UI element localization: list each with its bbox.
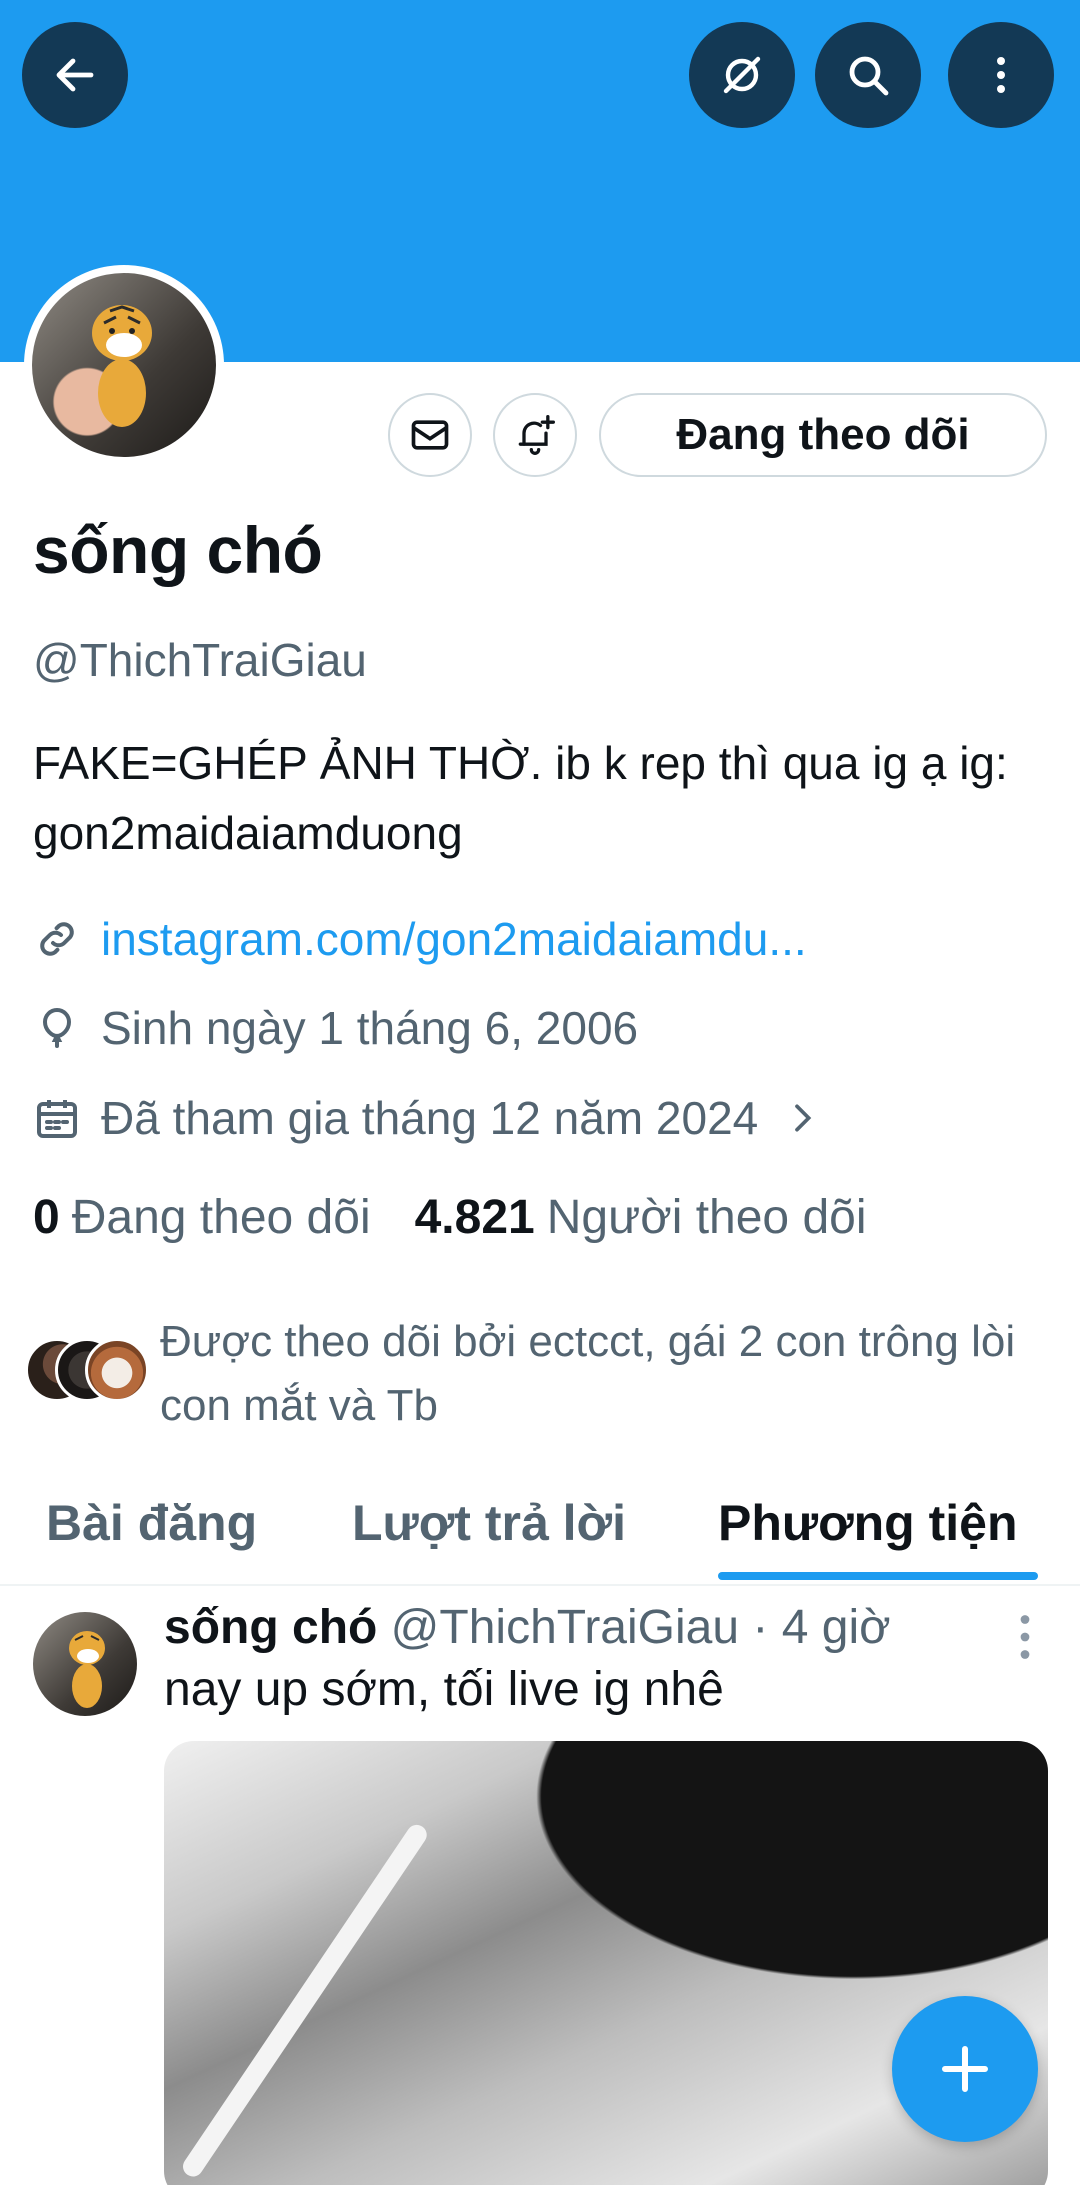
- active-tab-indicator: [718, 1572, 1038, 1580]
- profile-bio: FAKE=GHÉP ẢNH THỜ. ib k rep thì qua ig ạ…: [33, 737, 1008, 859]
- more-options-button[interactable]: [948, 22, 1054, 128]
- profile-avatar[interactable]: [24, 265, 224, 465]
- avatar-toy-image: [69, 1631, 105, 1708]
- post-author-avatar[interactable]: [33, 1612, 137, 1716]
- search-icon: [849, 56, 889, 96]
- joined-row[interactable]: Đã tham gia tháng 12 năm 2024: [33, 1086, 822, 1150]
- followed-by-text[interactable]: Được theo dõi bởi ectcct, gái 2 con trôn…: [160, 1310, 1040, 1438]
- post-header: sống chó @ThichTraiGiau · 4 giờ: [164, 1600, 891, 1655]
- notifications-button[interactable]: [493, 393, 577, 477]
- birthday-row: Sinh ngày 1 tháng 6, 2006: [33, 996, 638, 1060]
- tab-media[interactable]: Phương tiện: [718, 1494, 1018, 1552]
- back-button[interactable]: [22, 22, 128, 128]
- search-button[interactable]: [815, 22, 921, 128]
- avatar: [85, 1338, 149, 1402]
- plus-icon: [942, 2046, 988, 2092]
- post-text: nay up sớm, tối live ig nhê: [164, 1663, 724, 1716]
- tab-posts[interactable]: Bài đăng: [46, 1494, 257, 1552]
- avatar-toy-image: [92, 305, 152, 427]
- chevron-right-icon: [795, 1104, 812, 1132]
- post-author-name[interactable]: sống chó: [164, 1601, 377, 1654]
- profile-link-row[interactable]: instagram.com/gon2maidaiamdu...: [33, 907, 807, 971]
- profile-handle: @ThichTraiGiau: [33, 634, 367, 686]
- following-link[interactable]: 0 Đang theo dõi: [33, 1190, 371, 1245]
- profile-name: sống chó: [33, 513, 323, 587]
- calendar-icon: [37, 1100, 77, 1138]
- following-button[interactable]: Đang theo dõi: [599, 393, 1047, 477]
- followers-count: 4.821: [414, 1191, 535, 1244]
- followers-link[interactable]: 4.821 Người theo dõi: [415, 1190, 867, 1245]
- following-count: 0: [33, 1191, 60, 1244]
- envelope-icon: [411, 420, 449, 450]
- arrow-left-icon: [56, 58, 94, 92]
- compose-button[interactable]: [892, 1996, 1038, 2142]
- more-vertical-icon: [997, 57, 1005, 93]
- tab-replies[interactable]: Lượt trả lời: [352, 1494, 626, 1552]
- more-vertical-icon: [1020, 1615, 1030, 1659]
- birthday-text: Sinh ngày 1 tháng 6, 2006: [101, 1002, 639, 1054]
- joined-text: Đã tham gia tháng 12 năm 2024: [101, 1092, 759, 1144]
- grok-button[interactable]: [689, 22, 795, 128]
- grok-icon: [723, 56, 761, 94]
- bell-plus-icon: [518, 415, 555, 455]
- followers-label: Người theo dõi: [546, 1191, 867, 1244]
- post-more-button[interactable]: [1010, 1612, 1040, 1662]
- message-button[interactable]: [388, 393, 472, 477]
- balloon-icon: [42, 1007, 72, 1048]
- followed-by-avatars[interactable]: [25, 1338, 151, 1402]
- link-icon: [40, 922, 74, 956]
- follow-stats: 0 Đang theo dõi 4.821 Người theo dõi: [33, 1190, 867, 1245]
- post-author-handle[interactable]: @ThichTraiGiau: [391, 1601, 739, 1654]
- post-time: · 4 giờ: [752, 1601, 891, 1654]
- profile-tabs: Bài đăng Lượt trả lời Phương tiện: [0, 1480, 1080, 1586]
- following-label: Đang theo dõi: [71, 1191, 371, 1244]
- profile-link[interactable]: instagram.com/gon2maidaiamdu...: [101, 912, 807, 966]
